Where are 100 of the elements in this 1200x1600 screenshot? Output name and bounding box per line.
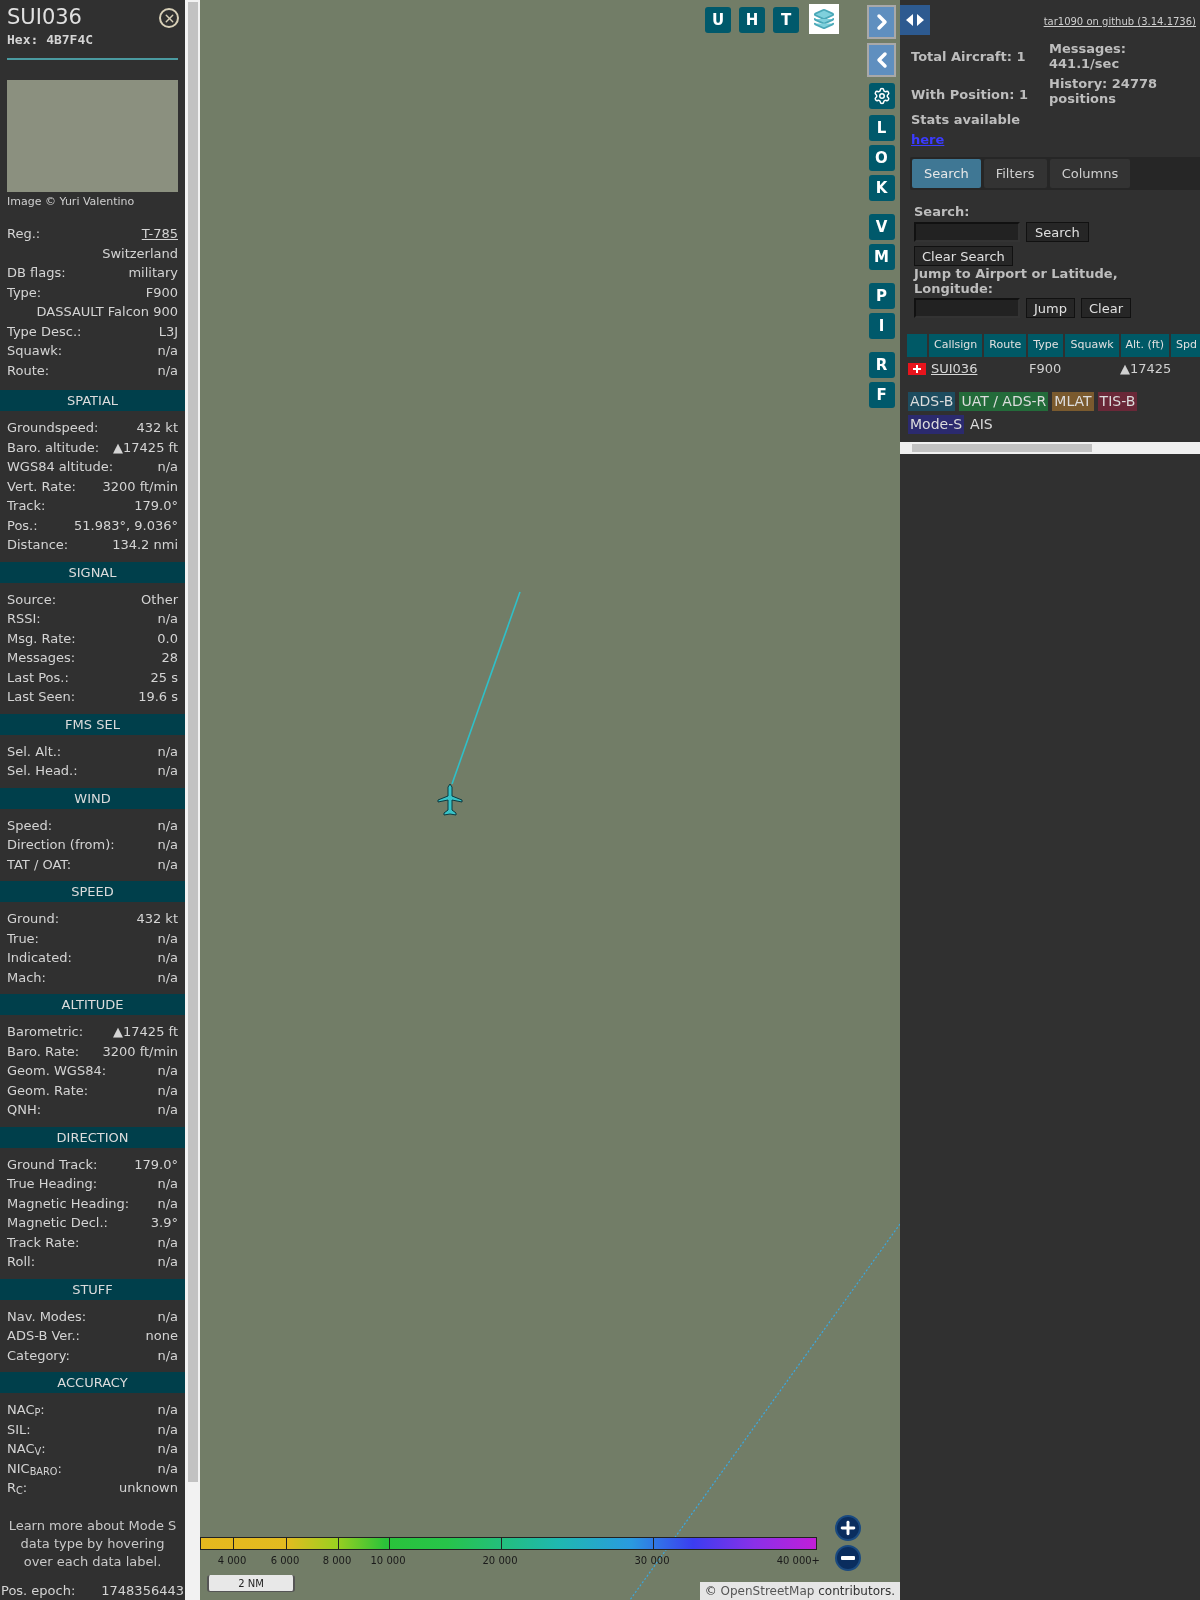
map-toggle-button[interactable]: R [868,352,895,378]
jump-button[interactable]: Jump [1026,298,1075,318]
column-header[interactable]: Callsign [929,334,983,357]
field-label: Geom. WGS84: [7,1062,107,1080]
field-label: Last Pos.: [7,668,69,687]
horizontal-scrollbar[interactable] [900,442,1200,454]
column-header[interactable]: Spd [1171,334,1200,357]
expand-button[interactable] [867,5,896,39]
map-toggle-button[interactable]: V [868,214,895,240]
clear-search-button[interactable]: Clear Search [914,245,1013,266]
field-value: n/a [157,610,178,628]
field-value: 432 kt [136,910,178,928]
field-value: n/a [157,855,178,874]
field-value: n/a [157,949,178,967]
column-header[interactable]: Type [1028,334,1064,357]
table-cell-text: F900 [1028,359,1062,378]
section-header: SIGNAL [0,561,185,583]
map-toggle-button[interactable]: F [868,382,895,408]
field-label: True: [7,929,39,948]
field-label: Geom. Rate: [7,1081,89,1100]
plus-icon [838,1518,858,1538]
collapse-button[interactable] [867,43,896,77]
field-label: R$_{C}$: [7,1479,28,1498]
field-label: NAC$_{P}$: [7,1401,45,1420]
field-value: Switzerland [102,244,178,263]
map-toggle-button[interactable]: K [868,175,895,201]
tab[interactable]: Filters [983,159,1047,188]
field-value: ▲17425 ft [113,438,178,457]
map-toggle-button[interactable]: H [739,7,765,33]
map-toggle-button[interactable]: P [868,283,895,309]
field-label: Speed: [7,816,53,835]
section-header: STUFF [0,1278,185,1300]
settings-button[interactable] [868,83,895,109]
zoom-in-button[interactable] [835,1515,861,1541]
photo-credit: Image © Yuri Valentino [7,193,135,210]
osm-link[interactable]: OpenStreetMap [720,1584,815,1598]
panel-toggle-button[interactable] [900,5,930,35]
field-label: ADS-B Ver.: [7,1327,80,1345]
column-header[interactable]: Squawk [1065,334,1119,357]
field-label: Baro. altitude: [7,438,100,457]
callsign-link[interactable]: SUI036 [929,358,982,378]
field-label: Route: [7,361,50,380]
field-value: n/a [157,929,178,948]
zoom-out-button[interactable] [835,1545,861,1571]
scrollbar[interactable] [185,0,200,1600]
layers-button[interactable] [809,4,839,34]
aircraft-callsign: SUI036 [7,4,82,30]
altitude-label: 4 000 [217,1554,247,1568]
registration-link[interactable]: T-785 [141,224,178,244]
field-label: Pos.: [7,516,38,535]
help-note: Learn more about Mode S data type by hovering over each data label. [7,1516,178,1571]
field-label: Vert. Rate: [7,477,76,496]
map-toggle-button[interactable]: O [868,145,895,171]
stat-text: History: 24778 positions [1049,76,1159,106]
map-view[interactable]: U H T L O K V M P I R F 4 000 6 000 8 000 10 000 20 000 30 000 40 000+ 2 NM © OpenStreetMap contributors. [200,0,900,1600]
flag-icon [908,362,926,375]
field-value: n/a [157,342,178,360]
altitude-label: 20 000 [482,1554,518,1568]
table-cell-text: ▲17425 [1119,359,1172,378]
map-toggle-button[interactable]: M [868,244,895,270]
field-value: n/a [157,742,178,761]
search-field[interactable] [914,221,1020,242]
section-header: SPEED [0,881,185,902]
field-value: n/a [157,1401,178,1419]
field-value: 3200 ft/min [102,477,178,496]
field-label: Sel. Alt.: [7,742,62,761]
tab[interactable]: Search [912,159,981,188]
field-value: n/a [157,1233,178,1252]
field-label: True Heading: [7,1175,98,1193]
field-label: Magnetic Decl.: [7,1214,108,1232]
field-value: 51.983°, 9.036° [74,516,178,535]
altitude-label: 30 000 [634,1554,670,1568]
column-header[interactable]: Route [984,334,1027,357]
field-value: n/a [157,968,178,987]
left-right-arrows-icon [905,13,925,27]
field-label: Roll: [7,1253,35,1271]
source-legend-tag: ADS-B [908,392,956,411]
version-link[interactable]: tar1090 on github (3.14.1736) [1043,14,1196,29]
altitude-label: 6 000 [270,1554,300,1568]
column-header[interactable]: Alt. (ft) [1120,334,1169,357]
close-icon[interactable] [159,8,179,28]
source-legend-tag: MLAT [1052,392,1094,411]
map-toggle-button[interactable]: I [868,313,895,339]
clear-button[interactable]: Clear [1081,298,1131,318]
field-label: Sel. Head.: [7,762,78,780]
field-value: none [145,1327,178,1345]
aircraft-icon[interactable] [437,783,463,817]
jump-field[interactable] [914,298,1020,318]
field-label: Direction (from): [7,836,115,854]
map-toggle-button[interactable]: U [705,7,731,33]
minus-icon [841,1556,855,1560]
search-button[interactable]: Search [1026,221,1089,242]
tab[interactable]: Columns [1049,159,1131,188]
field-label: Squawk: [7,342,63,360]
search-label: Search: [914,203,970,221]
stat-text: Messages: 441.1/sec [1049,41,1128,71]
field-value: n/a [157,762,178,780]
map-toggle-button[interactable]: L [868,115,895,141]
field-value: 179.0° [134,497,178,515]
map-toggle-button[interactable]: T [773,7,799,33]
